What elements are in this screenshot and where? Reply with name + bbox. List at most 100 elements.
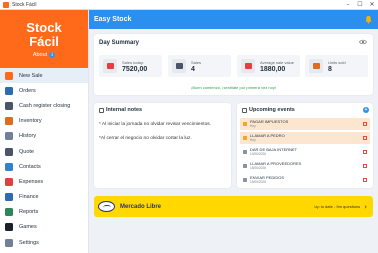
- kpi-label: Sales today:: [122, 59, 145, 65]
- sidebar-item-label: New Sale: [19, 72, 43, 79]
- upcoming-events-card: Upcoming events + PAGAR IMPUESTOS Hoy LLAM…: [237, 103, 373, 188]
- kpi-label: Average sale value: [260, 59, 294, 65]
- event-item[interactable]: LLAMAR A PROVEEDORES 15/06/2026: [240, 160, 370, 172]
- event-date: 15/06/2026: [250, 180, 266, 185]
- trash-icon[interactable]: [363, 163, 367, 169]
- sidebar-item-orders[interactable]: Orders: [0, 83, 88, 98]
- sidebar-item-expenses[interactable]: Expenses: [0, 174, 88, 189]
- app-icon: [3, 1, 9, 8]
- chevron-right-icon[interactable]: ›: [364, 203, 367, 211]
- sidebar-item-reports[interactable]: Reports: [0, 205, 88, 220]
- kpi-value: 4: [191, 65, 195, 73]
- kpi-value: 1880,00: [260, 65, 286, 73]
- sidebar-item-finance[interactable]: Finance: [0, 190, 88, 205]
- mercado-libre-banner[interactable]: Mercado Libre Up to date - 9m questions …: [94, 196, 373, 217]
- banner-title: Mercado Libre: [120, 203, 162, 210]
- logo-line-2: Fácil: [29, 33, 59, 49]
- minimize-button[interactable]: –: [342, 0, 354, 9]
- star-icon: [243, 122, 247, 126]
- logo-line-1: Stock: [26, 19, 62, 35]
- trash-icon[interactable]: [363, 177, 367, 183]
- window-titlebar: Stock Fácil – ☐ ✕: [0, 0, 378, 10]
- kpi-label: Units sold: [328, 59, 346, 65]
- close-button[interactable]: ✕: [366, 0, 378, 9]
- eye-icon[interactable]: [359, 39, 367, 45]
- games-icon: [5, 223, 13, 232]
- event-date: 10/06/2026: [250, 152, 266, 157]
- maximize-button[interactable]: ☐: [354, 0, 366, 9]
- app-logo: Stock Fácil: [26, 19, 62, 49]
- trash-icon[interactable]: [363, 135, 367, 141]
- event-item[interactable]: DAR DE BAJA INTERNET 10/06/2026: [240, 146, 370, 158]
- contacts-icon: [5, 162, 13, 171]
- kpi-average-sale: Average sale value 1880,00: [237, 55, 300, 77]
- trash-icon[interactable]: [363, 121, 367, 127]
- star-icon: [243, 136, 247, 140]
- kpi-value: 7520,00: [122, 65, 148, 73]
- sidebar-item-label: Quote: [19, 148, 34, 155]
- internal-notes-title: Internal notes: [106, 107, 143, 113]
- window-title: Stock Fácil: [12, 1, 37, 8]
- cash-icon: [103, 59, 117, 73]
- history-icon: [5, 132, 13, 141]
- event-item[interactable]: PAGAR IMPUESTOS Hoy: [240, 118, 370, 130]
- note-line: *Al cerrar el negocio no olvidar cortar …: [99, 136, 192, 141]
- event-date: Hoy: [250, 124, 256, 129]
- finance-icon: [5, 193, 13, 202]
- calendar-icon: [243, 164, 247, 168]
- sidebar-item-label: History: [19, 133, 37, 140]
- sidebar-item-cash-register-closing[interactable]: Cash register closing: [0, 98, 88, 113]
- sidebar-item-games[interactable]: Games: [0, 220, 88, 235]
- sidebar-item-label: Games: [19, 224, 37, 231]
- sidebar-item-label: Contacts: [19, 163, 41, 170]
- event-item[interactable]: ENVIAR PEDIDOS 15/06/2026: [240, 174, 370, 186]
- reports-icon: [5, 208, 13, 217]
- sidebar-item-label: Cash register closing: [19, 102, 71, 109]
- sidebar-item-settings[interactable]: Settings: [0, 235, 88, 250]
- calendar-icon: [243, 178, 247, 182]
- day-summary-card: Day Summary Sales today: 7520,00 Sales 4…: [94, 34, 373, 95]
- new-sale-icon: [5, 71, 13, 80]
- kpi-units-sold: Units sold 8: [305, 55, 368, 77]
- bell-icon[interactable]: [364, 15, 373, 24]
- window-controls: – ☐ ✕: [342, 0, 378, 9]
- kpi-value: 8: [328, 65, 332, 73]
- sidebar-item-label: Reports: [19, 209, 39, 216]
- sidebar-item-contacts[interactable]: Contacts: [0, 159, 88, 174]
- event-date: Hoy: [250, 138, 256, 143]
- upcoming-events-header: Upcoming events: [242, 107, 295, 113]
- trash-icon[interactable]: [363, 149, 367, 155]
- sidebar-item-label: Inventory: [19, 118, 42, 125]
- banner-status: Up to date - 9m questions: [314, 204, 361, 209]
- note-line: * Al iniciar la jornada no olvidar revis…: [99, 122, 211, 127]
- average-icon: [241, 59, 255, 73]
- sidebar-item-label: Settings: [19, 239, 39, 246]
- brand-panel: Stock Fácil About i: [0, 10, 88, 68]
- sidebar-item-inventory[interactable]: Inventory: [0, 114, 88, 129]
- internal-notes-card[interactable]: Internal notes * Al iniciar la jornada n…: [94, 103, 231, 188]
- settings-icon: [5, 238, 13, 247]
- about-link[interactable]: About i: [32, 51, 56, 58]
- sidebar-item-history[interactable]: History: [0, 129, 88, 144]
- kpi-sales: Sales 4: [168, 55, 231, 77]
- mercado-libre-logo: [98, 201, 115, 212]
- cash-register-icon: [5, 101, 13, 110]
- sidebar-item-label: Orders: [19, 87, 36, 94]
- expenses-icon: [5, 177, 13, 186]
- about-label: About: [32, 51, 48, 58]
- event-item[interactable]: LLAMAR A PEDRO Hoy: [240, 132, 370, 144]
- add-event-button[interactable]: +: [363, 107, 369, 113]
- sidebar-item-new-sale[interactable]: New Sale: [0, 68, 88, 84]
- calendar-icon: [242, 107, 247, 113]
- app-header: Easy Stock: [89, 10, 378, 29]
- quote-icon: [5, 147, 13, 156]
- info-icon: i: [49, 51, 56, 58]
- event-date: 15/06/2026: [250, 166, 266, 171]
- sidebar-item-quote[interactable]: Quote: [0, 144, 88, 159]
- sidebar-nav: New Sale Orders Cash register closing Inven…: [0, 68, 88, 250]
- sidebar: Stock Fácil About i New Sale Orders Cash r…: [0, 10, 89, 253]
- page-title: Easy Stock: [94, 16, 132, 23]
- sidebar-item-label: Expenses: [19, 178, 44, 185]
- kpi-label: Sales: [191, 59, 202, 65]
- calendar-icon: [243, 150, 247, 154]
